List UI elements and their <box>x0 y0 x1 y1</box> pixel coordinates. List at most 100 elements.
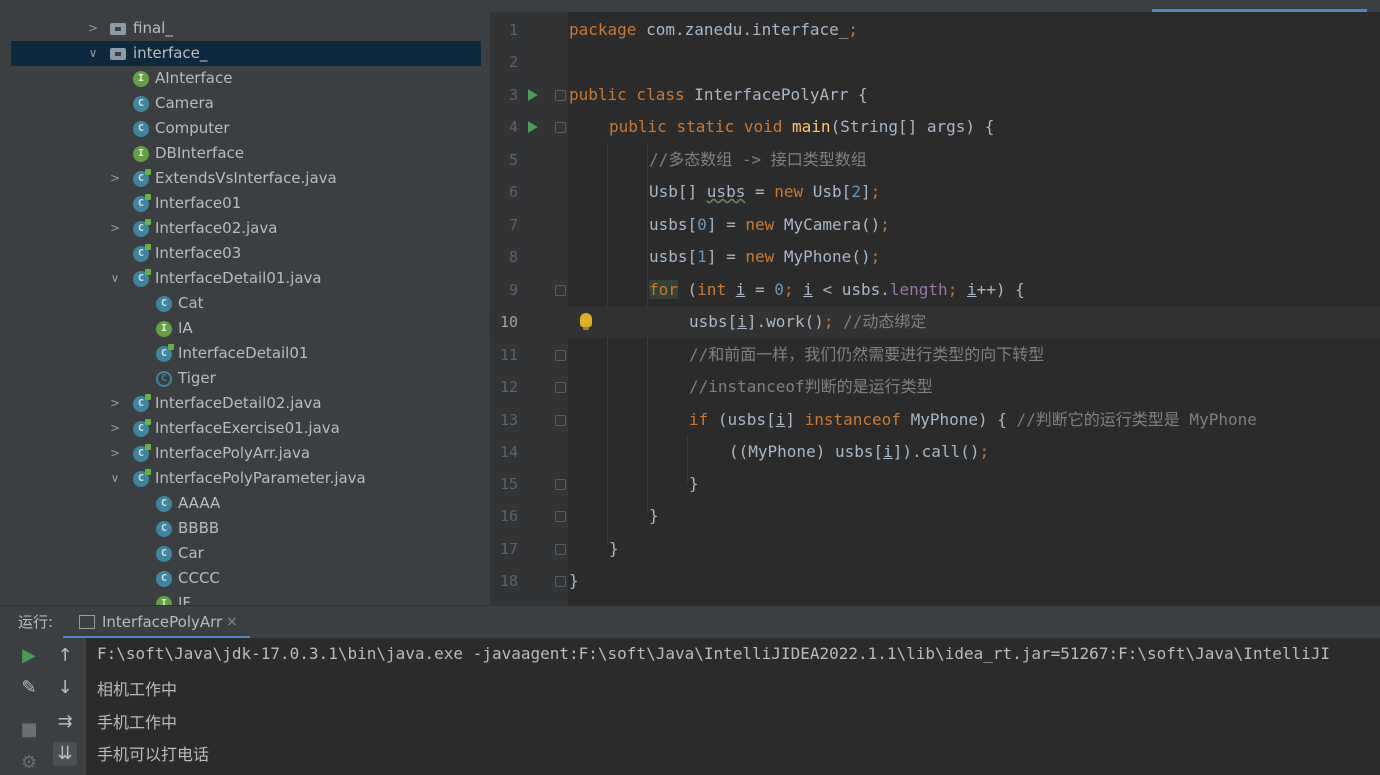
chevron-down-icon[interactable]: ∨ <box>108 266 122 291</box>
code-text: for (int i = 0; i < usbs.length; i++) { <box>649 274 1025 306</box>
java-file-icon: C <box>133 394 151 412</box>
chevron-down-icon[interactable]: ∨ <box>86 41 100 66</box>
tree-item-interfacepolyparameter[interactable]: ∨ C InterfacePolyParameter.java <box>11 466 481 491</box>
fold-icon[interactable] <box>555 544 566 555</box>
run-console[interactable]: ▶ ↑ ✎ ↓ ■ ⇉ ⚙ ⇊ F:\soft\Java\jdk-17.0.3.… <box>0 638 1380 775</box>
code-token: ].work() <box>746 312 824 331</box>
line-number: 7 <box>508 216 518 234</box>
function-name: main <box>792 117 831 136</box>
tree-item-extendsvsinterface[interactable]: > C ExtendsVsInterface.java <box>11 166 481 191</box>
code-line: 11 //和前面一样，我们仍然需要进行类型的向下转型 <box>490 339 1380 371</box>
fold-icon[interactable] <box>555 479 566 490</box>
tree-item-label: InterfaceDetail02.java <box>155 394 322 412</box>
code-token: ; <box>848 20 858 39</box>
number-literal: 2 <box>851 182 861 201</box>
code-token: InterfacePolyArr { <box>684 85 868 104</box>
code-line: 6 Usb[] usbs = new Usb[2]; <box>490 176 1380 208</box>
tree-item-interfacedetail02[interactable]: > C InterfaceDetail02.java <box>11 391 481 416</box>
tree-item-ainterface[interactable]: I AInterface <box>11 66 481 91</box>
chevron-down-icon[interactable]: ∨ <box>108 466 122 491</box>
scroll-to-end-icon[interactable]: ⇊ <box>53 742 77 766</box>
stop-icon[interactable]: ■ <box>17 718 41 742</box>
tree-item-interfaceexercise01[interactable]: > C InterfaceExercise01.java <box>11 416 481 441</box>
line-number: 6 <box>508 183 518 201</box>
tree-item-interface01[interactable]: C Interface01 <box>11 191 481 216</box>
code-token: usbs[ <box>649 215 698 234</box>
line-number: 12 <box>499 378 518 396</box>
java-file-icon: C <box>133 444 151 462</box>
tree-item-label: Cat <box>178 294 204 312</box>
keyword: package <box>569 20 637 39</box>
editor-tab-bar <box>490 0 1380 12</box>
run-gutter-icon[interactable] <box>528 121 538 133</box>
tree-item-cat[interactable]: C Cat <box>11 291 481 316</box>
folder-icon <box>110 23 126 35</box>
tree-item-camera[interactable]: C Camera <box>11 91 481 116</box>
tree-item-interfacepolyarr[interactable]: > C InterfacePolyArr.java <box>11 441 481 466</box>
tree-item-dbinterface[interactable]: I DBInterface <box>11 141 481 166</box>
run-gutter-icon[interactable] <box>528 89 538 101</box>
settings-icon[interactable]: ⚙ <box>17 751 41 775</box>
code-text: ((MyPhone) usbs[i]).call(); <box>729 436 989 468</box>
tree-folder-final[interactable]: > final_ <box>11 16 481 41</box>
fold-icon[interactable] <box>555 285 566 296</box>
chevron-right-icon[interactable]: > <box>108 216 122 241</box>
tree-item-interface03[interactable]: C Interface03 <box>11 241 481 266</box>
tree-item-label: Interface03 <box>155 244 242 262</box>
interface-icon: I <box>133 146 149 162</box>
class-icon: C <box>156 521 172 537</box>
fold-icon[interactable] <box>555 415 566 426</box>
line-number: 18 <box>499 572 518 590</box>
up-arrow-icon[interactable]: ↑ <box>53 644 77 668</box>
tree-folder-interface[interactable]: ∨ interface_ <box>11 41 481 66</box>
fold-icon[interactable] <box>555 122 566 133</box>
soft-wrap-icon[interactable]: ⇉ <box>53 710 77 734</box>
interface-icon: I <box>156 321 172 337</box>
tree-item-label: Tiger <box>178 369 216 387</box>
code-editor[interactable]: 1 package com.zanedu.interface_; 2 3 pub… <box>490 0 1380 605</box>
chevron-right-icon[interactable]: > <box>86 16 100 41</box>
rerun-icon[interactable]: ▶ <box>17 644 41 668</box>
fold-icon[interactable] <box>555 511 566 522</box>
tree-item-interfacedetail01[interactable]: C InterfaceDetail01 <box>11 341 481 366</box>
code-token: (String[] args) { <box>830 117 995 136</box>
fold-icon[interactable] <box>555 90 566 101</box>
tree-item-label: Car <box>178 544 204 562</box>
tree-item-label: Computer <box>155 119 230 137</box>
tree-item-aaaa[interactable]: C AAAA <box>11 491 481 516</box>
chevron-right-icon[interactable]: > <box>108 441 122 466</box>
tree-item-interface02[interactable]: > C Interface02.java <box>11 216 481 241</box>
down-arrow-icon[interactable]: ↓ <box>53 676 77 700</box>
active-tab-indicator[interactable] <box>1152 9 1367 12</box>
run-tab-interfacepolyarr[interactable]: InterfacePolyArr × <box>63 606 250 639</box>
chevron-right-icon[interactable]: > <box>108 166 122 191</box>
line-number: 8 <box>508 248 518 266</box>
code-token: ; <box>783 280 794 299</box>
close-icon[interactable]: × <box>226 606 238 639</box>
code-token: ; <box>870 247 881 266</box>
fold-icon[interactable] <box>555 350 566 361</box>
tree-item-cccc[interactable]: C CCCC <box>11 566 481 591</box>
java-file-icon: C <box>133 219 151 237</box>
fold-icon[interactable] <box>555 382 566 393</box>
tree-item-computer[interactable]: C Computer <box>11 116 481 141</box>
tree-item-tiger[interactable]: C Tiger <box>11 366 481 391</box>
tree-item-bbbb[interactable]: C BBBB <box>11 516 481 541</box>
class-icon: C <box>133 96 149 112</box>
tree-item-if[interactable]: I IF <box>11 591 481 605</box>
code-token: ] = <box>706 247 746 266</box>
tree-item-interfacedetail01-java[interactable]: ∨ C InterfaceDetail01.java <box>11 266 481 291</box>
java-file-icon: C <box>133 169 151 187</box>
wrench-icon[interactable]: ✎ <box>17 676 41 700</box>
code-line: 4 public static void main(String[] args)… <box>490 111 1380 143</box>
chevron-right-icon[interactable]: > <box>108 391 122 416</box>
chevron-right-icon[interactable]: > <box>108 416 122 441</box>
code-line: 18 } <box>490 565 1380 597</box>
tree-item-car[interactable]: C Car <box>11 541 481 566</box>
code-line: 14 ((MyPhone) usbs[i]).call(); <box>490 436 1380 468</box>
fold-icon[interactable] <box>555 576 566 587</box>
line-number: 9 <box>508 281 518 299</box>
lightbulb-icon[interactable] <box>580 313 592 330</box>
line-number: 2 <box>508 53 518 71</box>
tree-item-ia[interactable]: I IA <box>11 316 481 341</box>
